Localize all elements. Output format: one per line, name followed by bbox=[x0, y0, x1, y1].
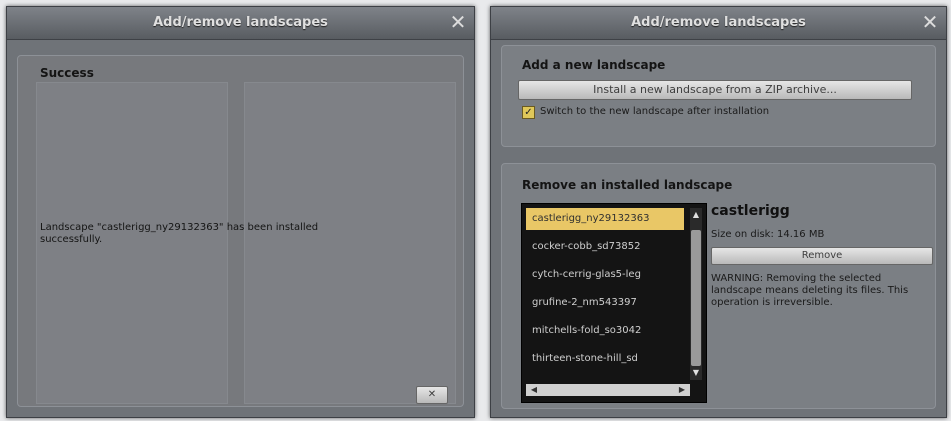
success-message: Landscape "castlerigg_ny29132363" has be… bbox=[40, 222, 319, 245]
landscapes-dialog: Add/remove landscapes ✕ Add a new landsc… bbox=[490, 6, 947, 418]
chevron-left-icon[interactable]: ◀ bbox=[528, 385, 540, 394]
landscape-list[interactable]: castlerigg_ny29132363 cocker-cobb_sd7385… bbox=[521, 203, 707, 403]
close-icon[interactable]: ✕ bbox=[448, 12, 468, 32]
list-item[interactable]: cytch-cerrig-glas5-leg bbox=[526, 264, 684, 286]
install-zip-button[interactable]: Install a new landscape from a ZIP archi… bbox=[518, 80, 912, 100]
size-on-disk: Size on disk: 14.16 MB bbox=[711, 229, 825, 240]
switch-checkbox-label: Switch to the new landscape after instal… bbox=[540, 106, 770, 117]
check-icon[interactable]: ✓ bbox=[522, 106, 535, 119]
dialog-title: Add/remove landscapes bbox=[153, 15, 328, 30]
add-heading: Add a new landscape bbox=[522, 58, 666, 72]
chevron-down-icon[interactable]: ▼ bbox=[690, 368, 702, 377]
add-landscape-section: Add a new landscape Install a new landsc… bbox=[501, 45, 936, 147]
success-heading: Success bbox=[40, 66, 94, 80]
scrollbar-thumb[interactable] bbox=[691, 230, 701, 366]
horizontal-scrollbar[interactable]: ◀ ▶ bbox=[526, 384, 690, 396]
remove-heading: Remove an installed landscape bbox=[522, 178, 733, 192]
vertical-scrollbar[interactable]: ▲ ▼ bbox=[690, 208, 702, 380]
close-button[interactable]: ✕ bbox=[416, 386, 448, 404]
list-item[interactable]: cocker-cobb_sd73852 bbox=[526, 236, 684, 258]
title-bar[interactable]: Add/remove landscapes ✕ bbox=[7, 7, 474, 40]
message-panel: Success Landscape "castlerigg_ny29132363… bbox=[17, 55, 464, 407]
list-item[interactable]: castlerigg_ny29132363 bbox=[526, 208, 684, 230]
selected-landscape-name: castlerigg bbox=[711, 203, 790, 219]
removal-warning: WARNING: Removing the selected landscape… bbox=[711, 273, 909, 308]
close-icon[interactable]: ✕ bbox=[920, 12, 940, 32]
chevron-up-icon[interactable]: ▲ bbox=[690, 210, 702, 219]
title-bar[interactable]: Add/remove landscapes ✕ bbox=[491, 7, 946, 40]
list-item[interactable]: mitchells-fold_so3042 bbox=[526, 320, 684, 342]
list-item[interactable]: thirteen-stone-hill_sd bbox=[526, 348, 684, 370]
success-dialog: Add/remove landscapes ✕ Success Landscap… bbox=[6, 6, 475, 418]
dialog-title: Add/remove landscapes bbox=[631, 15, 806, 30]
list-item[interactable]: grufine-2_nm543397 bbox=[526, 292, 684, 314]
remove-button[interactable]: Remove bbox=[711, 247, 933, 265]
chevron-right-icon[interactable]: ▶ bbox=[676, 385, 688, 394]
